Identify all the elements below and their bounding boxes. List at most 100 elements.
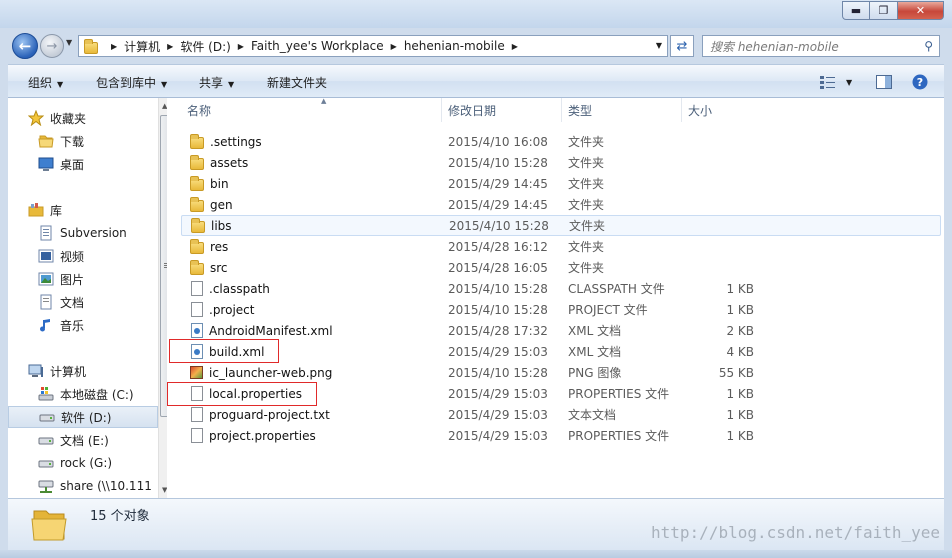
forward-button[interactable]: → xyxy=(40,34,64,58)
drive-icon xyxy=(39,409,55,425)
file-size: 1 KB xyxy=(726,428,754,443)
file-date: 2015/4/29 15:03 xyxy=(448,407,548,422)
sidebar-item-label: 下载 xyxy=(60,134,85,149)
folder-icon xyxy=(190,134,204,149)
file-name: .settings xyxy=(210,134,262,149)
include-in-library-label: 包含到库中 xyxy=(96,76,157,90)
sidebar-item-10[interactable]: 本地磁盘 (C:) xyxy=(8,383,158,405)
column-date-label: 修改日期 xyxy=(448,103,497,118)
file-row[interactable]: bin 2015/4/29 14:45 文件夹 xyxy=(181,173,941,194)
file-type: PNG 图像 xyxy=(568,366,622,380)
file-row[interactable]: gen 2015/4/29 14:45 文件夹 xyxy=(181,194,941,215)
file-row[interactable]: project.properties 2015/4/29 15:03 PROPERT… xyxy=(181,425,941,446)
chevron-right-icon[interactable]: ▶ xyxy=(512,42,518,51)
breadcrumb-current-folder[interactable]: hehenian-mobile xyxy=(404,39,505,53)
navigation-pane: 收藏夹下载桌面库 Subversion 视频 图片文档音乐计算机 本地磁盘 (C:) 软件… xyxy=(8,98,174,498)
search-box[interactable]: 搜索 hehenian-mobile ⚲ xyxy=(702,35,940,57)
column-header-type[interactable]: 类型 xyxy=(562,98,682,122)
help-icon: ? xyxy=(912,74,928,90)
file-size: 55 KB xyxy=(718,365,754,380)
sidebar-item-14[interactable]: share (\\10.111 xyxy=(8,475,158,497)
file-name-cell: ic_launcher-web.png xyxy=(189,366,332,380)
breadcrumb-workplace[interactable]: Faith_yee's Workplace xyxy=(251,39,384,53)
sort-ascending-icon: ▲ xyxy=(321,97,327,105)
file-name-cell: project.properties xyxy=(189,428,316,443)
file-row[interactable]: libs 2015/4/10 15:28 文件夹 xyxy=(181,215,941,236)
column-header-size[interactable]: 大小 xyxy=(682,98,762,122)
sidebar-item-2[interactable]: 桌面 xyxy=(8,153,158,175)
sidebar-item-7[interactable]: 文档 xyxy=(8,291,158,313)
preview-pane-button[interactable] xyxy=(876,72,892,92)
file-icon xyxy=(191,281,203,296)
file-name-cell: gen xyxy=(189,197,233,212)
share-button[interactable]: 共享 ▼ xyxy=(199,74,234,91)
organize-button[interactable]: 组织 ▼ xyxy=(28,74,63,91)
file-name-cell: assets xyxy=(189,155,248,170)
sidebar-item-4[interactable]: Subversion xyxy=(8,222,158,244)
breadcrumb-drive-d[interactable]: 软件 (D:) xyxy=(180,38,230,55)
sidebar-item-label: Subversion xyxy=(60,226,127,240)
file-date: 2015/4/10 15:28 xyxy=(448,155,548,170)
folder-icon xyxy=(190,176,204,191)
search-input[interactable]: 搜索 hehenian-mobile xyxy=(703,38,924,55)
view-list-icon xyxy=(820,76,835,89)
sidebar-item-0[interactable]: 收藏夹 xyxy=(8,107,158,129)
back-button[interactable]: ← xyxy=(12,33,38,59)
windows-drive-icon xyxy=(38,386,54,402)
file-row[interactable]: build.xml 2015/4/29 15:03 XML 文档 4 KB xyxy=(181,341,941,362)
chevron-right-icon[interactable]: ▶ xyxy=(238,42,244,51)
sidebar-item-label: 收藏夹 xyxy=(50,111,87,126)
sidebar-item-11[interactable]: 软件 (D:) xyxy=(8,406,158,428)
new-folder-button[interactable]: 新建文件夹 xyxy=(267,74,327,91)
file-row[interactable]: res 2015/4/28 16:12 文件夹 xyxy=(181,236,941,257)
chevron-right-icon[interactable]: ▶ xyxy=(167,42,173,51)
file-row[interactable]: .classpath 2015/4/10 15:28 CLASSPATH 文件 1 K… xyxy=(181,278,941,299)
include-in-library-button[interactable]: 包含到库中 ▼ xyxy=(96,74,167,91)
file-row[interactable]: .settings 2015/4/10 16:08 文件夹 xyxy=(181,131,941,152)
sidebar-item-5[interactable]: 视频 xyxy=(8,245,158,267)
column-header-date[interactable]: 修改日期 xyxy=(442,98,562,122)
refresh-button[interactable]: ⇄ xyxy=(670,35,694,57)
file-size: 4 KB xyxy=(726,344,754,359)
file-row[interactable]: proguard-project.txt 2015/4/29 15:03 文本文档 1… xyxy=(181,404,941,425)
view-options-button[interactable]: ▼ xyxy=(820,72,852,92)
minimize-button[interactable]: ▬ xyxy=(842,1,870,20)
file-row[interactable]: ic_launcher-web.png 2015/4/10 15:28 PNG 图像… xyxy=(181,362,941,383)
column-type-label: 类型 xyxy=(568,103,593,118)
file-date: 2015/4/10 16:08 xyxy=(448,134,548,149)
address-bar[interactable]: ▶ 计算机 ▶ 软件 (D:) ▶ Faith_yee's Workplace … xyxy=(78,35,668,57)
help-button[interactable]: ? xyxy=(912,72,928,92)
sidebar-item-3[interactable]: 库 xyxy=(8,199,158,221)
file-row[interactable]: src 2015/4/28 16:05 文件夹 xyxy=(181,257,941,278)
close-button[interactable]: ✕ xyxy=(898,1,944,20)
file-name-cell: .project xyxy=(189,302,254,317)
column-header-name[interactable]: 名称 ▲ xyxy=(181,97,442,122)
chevron-right-icon[interactable]: ▶ xyxy=(391,42,397,51)
music-icon xyxy=(38,317,54,333)
recent-pages-dropdown[interactable]: ▼ xyxy=(66,38,72,47)
sidebar-item-8[interactable]: 音乐 xyxy=(8,314,158,336)
sidebar-item-12[interactable]: 文档 (E:) xyxy=(8,429,158,451)
file-row[interactable]: assets 2015/4/10 15:28 文件夹 xyxy=(181,152,941,173)
maximize-button[interactable]: ❐ xyxy=(870,1,898,20)
file-name-cell: AndroidManifest.xml xyxy=(189,323,333,338)
file-list-pane: 名称 ▲ 修改日期 类型 大小 .settings 2015/4/10 16:08… xyxy=(167,97,944,498)
search-icon[interactable]: ⚲ xyxy=(924,39,933,53)
file-row[interactable]: .project 2015/4/10 15:28 PROJECT 文件 1 KB xyxy=(181,299,941,320)
address-dropdown-icon[interactable]: ▼ xyxy=(656,41,662,50)
file-date: 2015/4/28 16:12 xyxy=(448,239,548,254)
file-row[interactable]: AndroidManifest.xml 2015/4/28 17:32 XML 文档… xyxy=(181,320,941,341)
sidebar-item-label: 文档 xyxy=(60,295,85,310)
sidebar-item-13[interactable]: rock (G:) xyxy=(8,452,158,474)
desktop-icon xyxy=(38,156,54,172)
sidebar-item-1[interactable]: 下载 xyxy=(8,130,158,152)
file-date: 2015/4/10 15:28 xyxy=(448,302,548,317)
sidebar-item-6[interactable]: 图片 xyxy=(8,268,158,290)
folder-icon xyxy=(38,133,54,149)
chevron-right-icon[interactable]: ▶ xyxy=(111,42,117,51)
breadcrumb-computer[interactable]: 计算机 xyxy=(124,38,160,55)
sidebar-item-label: rock (G:) xyxy=(60,456,113,470)
command-bar: 组织 ▼ 包含到库中 ▼ 共享 ▼ 新建文件夹 ▼ ? xyxy=(8,64,944,98)
sidebar-item-label: 软件 (D:) xyxy=(61,410,112,425)
sidebar-item-9[interactable]: 计算机 xyxy=(8,360,158,382)
